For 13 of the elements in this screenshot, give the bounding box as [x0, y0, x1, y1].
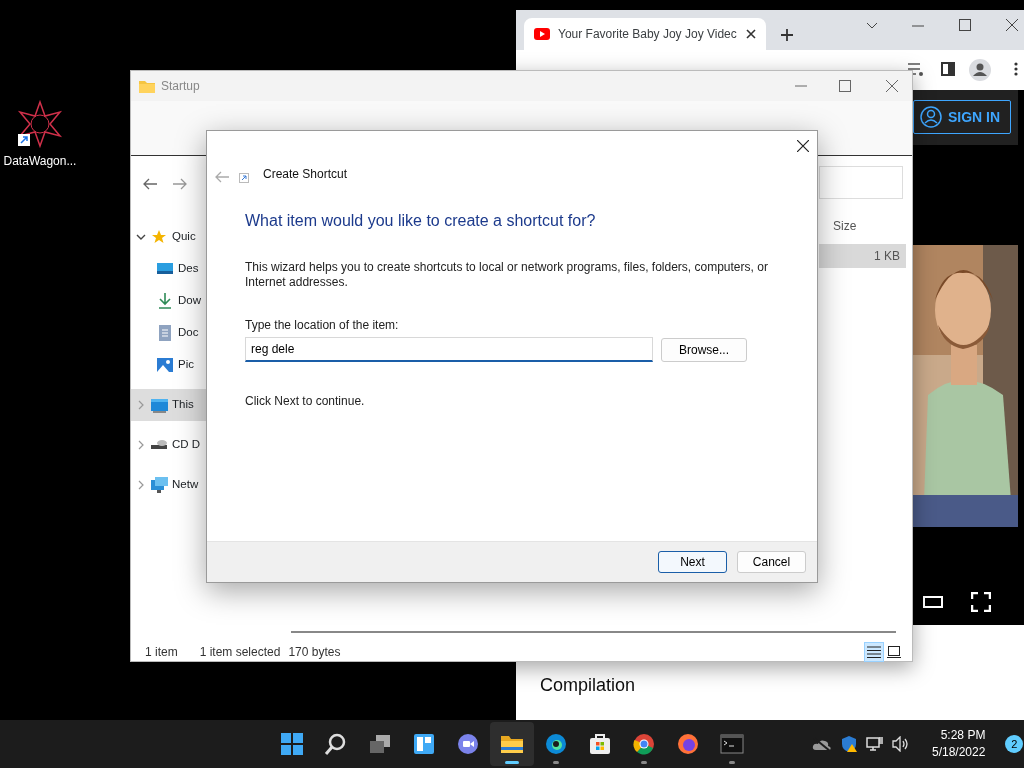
tab-title: Your Favorite Baby Joy Joy Videc [558, 26, 738, 43]
video-title: Compilation [540, 674, 636, 697]
dialog-heading: What item would you like to create a shortcut for? [245, 211, 597, 231]
description-text: This wizard helps you to create shortcuts to local or network programs, files, folders, computers, or Internet addresses. [245, 260, 769, 291]
field-label: Type the location of the item: [245, 317, 400, 335]
selection-size: 170 bytes [288, 644, 341, 661]
icon-label: DataWagon... [3, 153, 77, 170]
file-size-cell: 1 KB [819, 244, 906, 268]
hint-text: Click Next to continue. [245, 393, 366, 411]
dialog-title: Create Shortcut [263, 166, 348, 183]
item-count: 1 item [145, 644, 178, 661]
selection-info: 1 item selected [199, 644, 281, 661]
window-title: Startup [161, 78, 200, 95]
